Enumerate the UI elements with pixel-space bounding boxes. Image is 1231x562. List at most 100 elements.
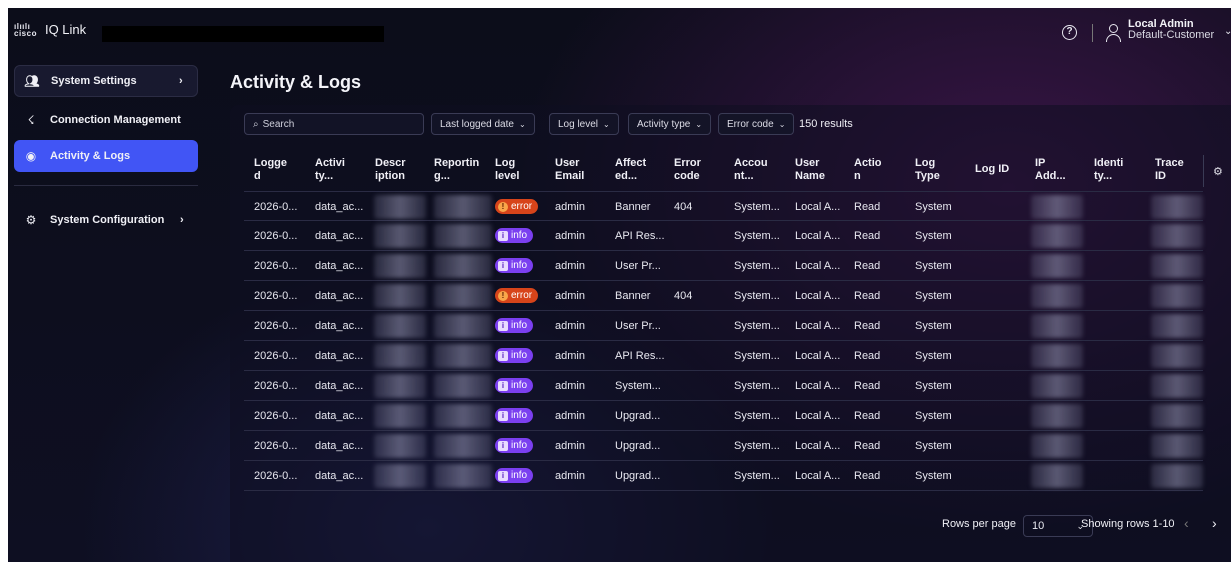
sidebar-divider [14, 185, 198, 186]
next-page-icon[interactable]: › [1212, 515, 1217, 531]
table-row[interactable]: 2026-0... data_ac... admin API Res... System… [244, 221, 1203, 251]
table-row[interactable]: 2026-0... data_ac... admin Upgrad... System.… [244, 431, 1203, 461]
user-menu[interactable]: Local Admin Default-Customer [1128, 19, 1214, 41]
column-header-log-level[interactable]: Log level [495, 157, 531, 183]
table-row[interactable]: 2026-0... data_ac... admin User Pr... System… [244, 311, 1203, 341]
logged-cell: 2026-0... [254, 260, 298, 272]
user-name-cell: Local A... [795, 410, 841, 422]
affected-cell: User Pr... [615, 260, 661, 272]
user-email-cell: admin [555, 290, 585, 302]
top-bar: ılıılı cisco IQ Link ? Local Admin Defaul… [8, 8, 1231, 52]
column-settings-icon[interactable]: ⚙︎ [1213, 165, 1223, 178]
log-type-cell: System [915, 440, 952, 452]
logged-cell: 2026-0... [254, 470, 298, 482]
user-email-cell: admin [555, 440, 585, 452]
showing-rows: Showing rows 1-10 [1081, 518, 1175, 530]
log-level-text: info [511, 230, 528, 241]
app-window: ılıılı cisco IQ Link ? Local Admin Defaul… [8, 8, 1231, 562]
logged-cell: 2026-0... [254, 201, 298, 213]
account-cell: System... [734, 320, 780, 332]
column-header-description[interactable]: Descr iption [375, 157, 415, 183]
user-icon[interactable] [1106, 24, 1122, 42]
sidebar-item-connection-management[interactable]: ☇ Connection Management [14, 104, 198, 136]
ip-address-cell-redacted [1031, 434, 1083, 458]
table-row[interactable]: 2026-0... data_ac... admin API Res... System… [244, 341, 1203, 371]
reporting-cell-redacted [434, 314, 492, 338]
chevron-right-icon: › [180, 214, 184, 226]
log-level-text: info [511, 440, 528, 451]
column-header-log-type[interactable]: Log Type [915, 157, 951, 183]
description-cell-redacted [374, 374, 426, 398]
trace-id-cell-redacted [1151, 404, 1203, 428]
column-header-affected[interactable]: Affect ed... [615, 157, 655, 183]
activity-cell: data_ac... [315, 440, 364, 452]
sidebar-item-label: System Configuration [50, 214, 165, 226]
logged-cell: 2026-0... [254, 350, 298, 362]
user-name-cell: Local A... [795, 260, 841, 272]
affected-cell: API Res... [615, 230, 665, 242]
search-input[interactable]: ⌕ Search [244, 113, 424, 135]
table-row[interactable]: 2026-0... data_ac... admin Upgrad... System.… [244, 461, 1203, 491]
info-icon: i [498, 380, 508, 391]
app-name: IQ Link [44, 22, 87, 37]
action-cell: Read [854, 201, 881, 213]
info-icon: i [498, 470, 508, 481]
chevron-down-icon: ⌄ [603, 119, 610, 129]
column-header-activity[interactable]: Activi ty... [315, 157, 351, 183]
table-row[interactable]: 2026-0... data_ac... admin User Pr... System… [244, 251, 1203, 281]
table-row[interactable]: 2026-0... data_ac... admin Banner 404 System.… [244, 191, 1203, 221]
error-code-cell: 404 [674, 201, 693, 213]
user-email-cell: admin [555, 410, 585, 422]
sidebar-item-system-configuration[interactable]: ⚙︎ System Configuration › [14, 200, 198, 240]
ip-address-cell-redacted [1031, 344, 1083, 368]
logged-cell: 2026-0... [254, 380, 298, 392]
chevron-right-icon: › [179, 75, 183, 87]
info-icon: i [498, 320, 508, 331]
column-header-error-code[interactable]: Error code [674, 157, 710, 183]
column-header-action[interactable]: Actio n [854, 157, 890, 183]
filter-label: Activity type [637, 118, 691, 130]
activity-cell: data_ac... [315, 470, 364, 482]
filter-error-code[interactable]: Error code ⌄ [718, 113, 795, 135]
column-header-reporting[interactable]: Reportin g... [434, 157, 484, 183]
column-header-identity[interactable]: Identi ty... [1094, 157, 1130, 183]
action-cell: Read [854, 470, 881, 482]
ip-address-cell-redacted [1031, 254, 1083, 278]
info-icon: i [498, 440, 508, 451]
column-header-log-id[interactable]: Log ID [975, 163, 1015, 176]
column-header-ip-address[interactable]: IP Add... [1035, 157, 1071, 183]
table-row[interactable]: 2026-0... data_ac... admin Upgrad... System.… [244, 401, 1203, 431]
brand[interactable]: ılıılı cisco IQ Link [14, 22, 86, 37]
action-cell: Read [854, 290, 881, 302]
table-row[interactable]: 2026-0... data_ac... admin System... System.… [244, 371, 1203, 401]
reporting-cell-redacted [434, 404, 492, 428]
redaction-bar [102, 26, 384, 42]
rows-per-page-label: Rows per page [942, 518, 1016, 530]
error-icon: ! [498, 290, 508, 301]
table-row[interactable]: 2026-0... data_ac... admin Banner 404 System.… [244, 281, 1203, 311]
column-header-trace-id[interactable]: Trace ID [1155, 157, 1191, 183]
chevron-down-icon[interactable]: ⌄ [1224, 26, 1231, 37]
log-type-cell: System [915, 230, 952, 242]
affected-cell: Banner [615, 201, 651, 213]
column-header-user-name[interactable]: User Name [795, 157, 831, 183]
user-email-cell: admin [555, 230, 585, 242]
account-cell: System... [734, 230, 780, 242]
sidebar-item-activity-logs[interactable]: ◉ Activity & Logs [14, 140, 198, 172]
prev-page-icon[interactable]: ‹ [1184, 515, 1189, 531]
logs-panel: ⌕ Search Last logged date ⌄ Log level ⌄ Ac… [230, 105, 1231, 562]
filter-last-logged-date[interactable]: Last logged date ⌄ [431, 113, 535, 135]
action-cell: Read [854, 260, 881, 272]
column-header-logged[interactable]: Logge d [254, 157, 294, 183]
column-header-account[interactable]: Accou nt... [734, 157, 774, 183]
filter-activity-type[interactable]: Activity type ⌄ [628, 113, 712, 135]
user-name-cell: Local A... [795, 201, 841, 213]
sidebar-item-system-settings[interactable]: 👥︎ System Settings › [14, 65, 198, 97]
log-level-badge: i info [495, 258, 534, 273]
filter-log-level[interactable]: Log level ⌄ [549, 113, 619, 135]
help-icon[interactable]: ? [1062, 25, 1077, 40]
column-header-user-email[interactable]: User Email [555, 157, 591, 183]
activity-icon: ◉ [25, 149, 37, 163]
log-level-badge: i info [495, 378, 534, 393]
cisco-logo: ılıılı cisco [14, 21, 37, 38]
